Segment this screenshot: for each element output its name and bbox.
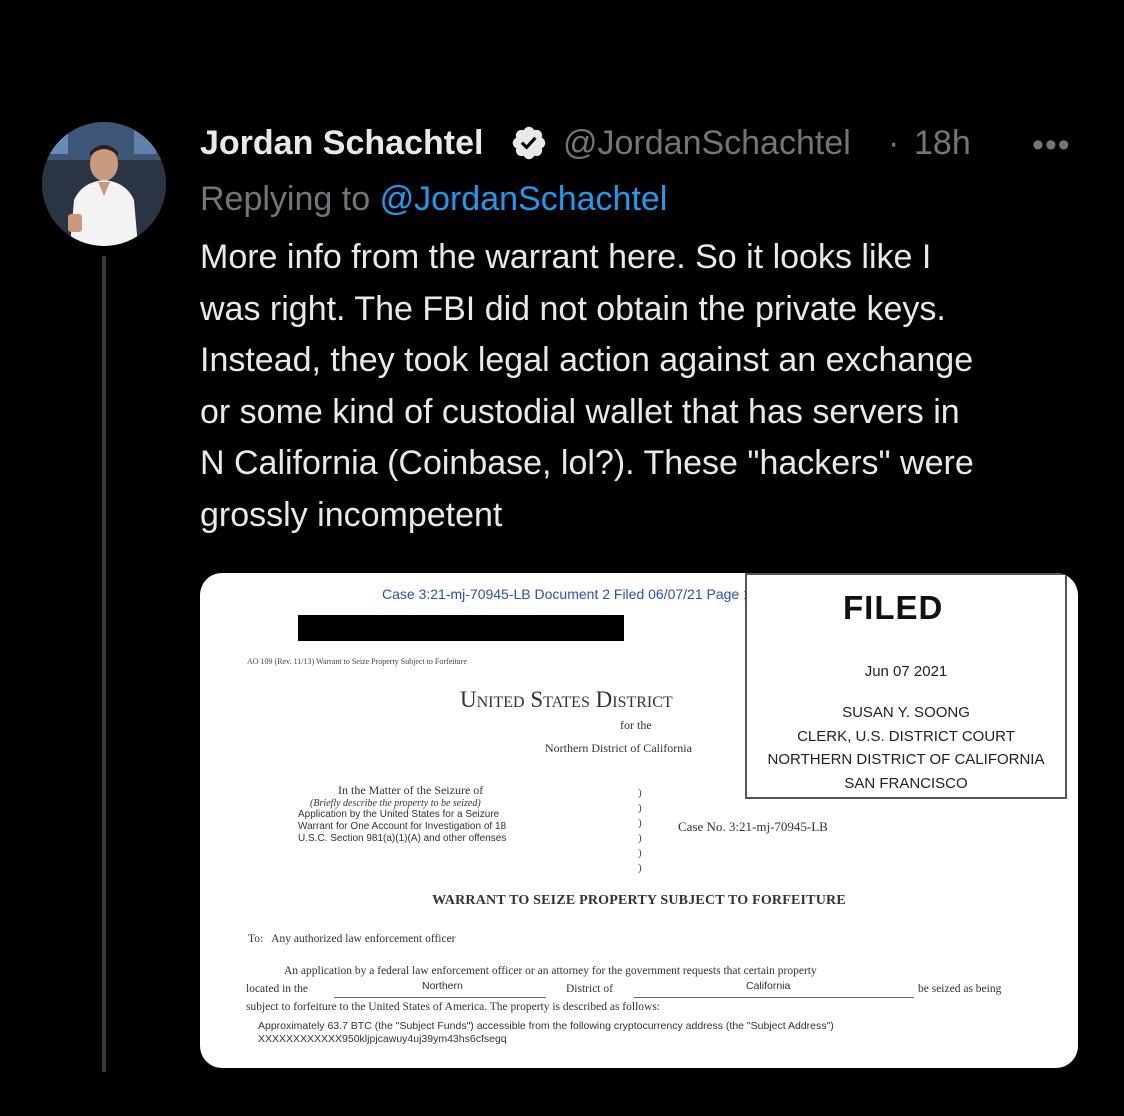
replying-to-label: Replying to [200, 180, 371, 218]
replying-to-handle[interactable]: @JordanSchachtel [380, 180, 668, 218]
tweet-text-line: or some kind of custodial wallet that ha… [200, 392, 960, 431]
caption-brackets: ) ) ) ) ) ) [638, 786, 642, 876]
matter-caption: In the Matter of the Seizure of (Briefly… [298, 783, 598, 845]
bracket: ) [638, 817, 642, 829]
tweet-text-line: N California (Coinbase, lol?). These "ha… [200, 444, 974, 482]
author-name[interactable]: Jordan Schachtel [200, 124, 483, 163]
tweet-text-line: grossly incompetent [200, 495, 503, 534]
bracket: ) [638, 847, 642, 859]
author-handle[interactable]: @JordanSchachtel [563, 124, 851, 163]
case-number-value: 3:21-mj-70945-LB [728, 819, 828, 834]
located-district: Northern [422, 980, 463, 992]
form-number: AO 109 (Rev. 11/13) Warrant to Seize Pro… [247, 657, 467, 666]
matter-line: U.S.C. Section 981(a)(1)(A) and other of… [298, 833, 507, 844]
property-line: Approximately 63.7 BTC (the "Subject Fun… [258, 1020, 834, 1032]
stamp-filed-label: FILED [843, 589, 944, 626]
tweet-text: More info from the warrant here. So it l… [200, 232, 1080, 541]
stamp-line: CLERK, U.S. DISTRICT COURT [797, 727, 1015, 745]
located-state: California [746, 980, 791, 992]
avatar-photo [42, 122, 166, 246]
redaction-bar [298, 615, 624, 641]
court-district: Northern District of California [545, 741, 692, 755]
bracket: ) [638, 862, 642, 874]
to-label: To: [248, 933, 264, 945]
verified-badge-icon [512, 126, 546, 160]
stamp-clerk-block: SUSAN Y. SOONG CLERK, U.S. DISTRICT COUR… [747, 701, 1065, 795]
stamp-date: Jun 07 2021 [864, 663, 948, 680]
stamp-line: NORTHERN DISTRICT OF CALIFORNIA [767, 751, 1045, 768]
timestamp[interactable]: 18h [914, 124, 971, 163]
case-number: Case No. 3:21-mj-70945-LB [678, 819, 828, 835]
property-line: XXXXXXXXXXXX950kljpjcawuy4uj39ym43hs6cfs… [258, 1033, 507, 1045]
stamp-line: SUSAN Y. SOONG [842, 704, 970, 721]
blank-line [634, 997, 914, 998]
application-text: An application by a federal law enforcem… [284, 965, 817, 977]
replying-to: Replying to @JordanSchachtel [200, 180, 667, 219]
matter-title: In the Matter of the Seizure of [338, 783, 484, 797]
addressee-line: To: Any authorized law enforcement offic… [248, 933, 456, 945]
case-number-label: Case No. [678, 819, 726, 834]
separator-dot: · [888, 124, 900, 162]
stamp-line: SAN FRANCISCO [844, 774, 968, 792]
blank-line [334, 997, 546, 998]
matter-subtitle: (Briefly describe the property to be sei… [310, 798, 481, 809]
bracket: ) [638, 787, 642, 799]
warrant-title: WARRANT TO SEIZE PROPERTY SUBJECT TO FOR… [432, 893, 846, 908]
forfeiture-line: subject to forfeiture to the United Stat… [246, 1001, 660, 1013]
bracket: ) [638, 802, 642, 814]
tweet-text-line: More info from the warrant here. So it l… [200, 238, 932, 276]
document-case-header: Case 3:21-mj-70945-LB Document 2 Filed 0… [382, 586, 779, 602]
property-description: Approximately 63.7 BTC (the "Subject Fun… [258, 1020, 834, 1046]
bracket: ) [638, 832, 642, 844]
filed-stamp: FILED Jun 07 2021 SUSAN Y. SOONG CLERK, … [745, 573, 1067, 799]
tweet-text-line: Instead, they took legal action against … [200, 341, 974, 379]
tweet-page: Jordan Schachtel @JordanSchachtel · 18h … [0, 0, 1124, 1116]
location-line: located in the Northern District of Cali… [246, 980, 1036, 999]
seized-suffix: be seized as being [918, 983, 1002, 995]
warrant-document-image[interactable]: Case 3:21-mj-70945-LB Document 2 Filed 0… [200, 573, 1078, 1068]
thread-line [102, 256, 106, 1072]
to-text: Any authorized law enforcement officer [271, 933, 456, 945]
located-prefix: located in the [246, 983, 308, 995]
tweet-text-line: was right. The FBI did not obtain the pr… [200, 289, 946, 328]
district-of-label: District of [566, 983, 613, 995]
court-title: United States District [460, 687, 673, 712]
court-for-the: for the [620, 718, 652, 732]
more-options-icon[interactable]: ••• [1032, 126, 1071, 165]
matter-line: Warrant for One Account for Investigatio… [298, 821, 507, 832]
matter-line: Application by the United States for a S… [298, 809, 500, 820]
avatar[interactable] [42, 122, 166, 246]
